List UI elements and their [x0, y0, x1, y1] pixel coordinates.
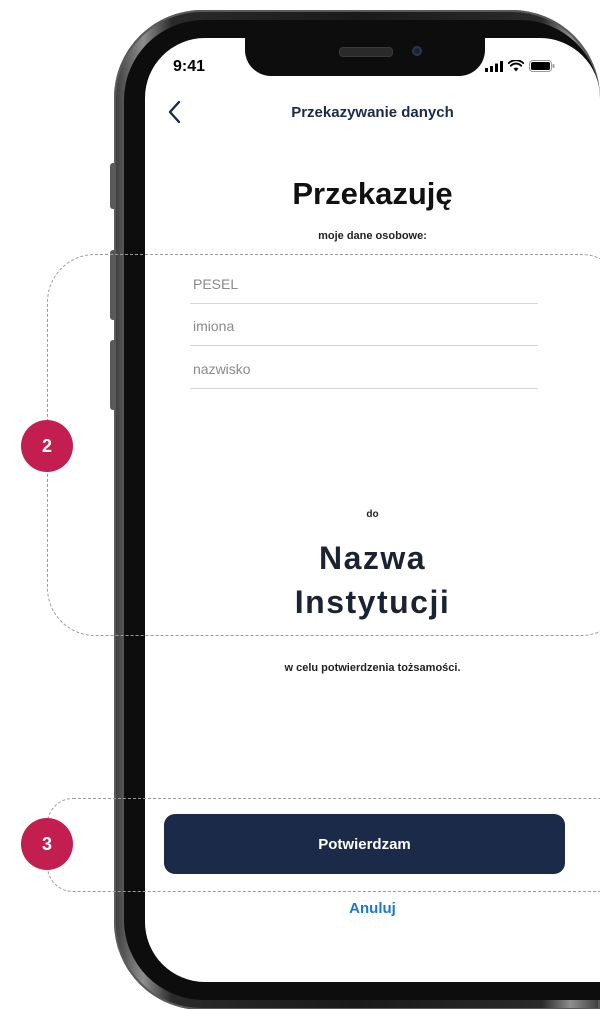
battery-icon: [529, 60, 555, 72]
volume-down-button: [110, 340, 116, 410]
institution-name-line-1: Nazwa: [318, 540, 427, 576]
main-heading: Przekazuję: [292, 176, 453, 211]
phone-screen: 9:41 Przekazywanie danych Przekazuję moj…: [145, 38, 600, 982]
notch: [245, 38, 485, 76]
institution-name: Nazwa Instytucji: [145, 536, 600, 624]
institution-name-line-2: Instytucji: [294, 584, 451, 620]
speaker-grille: [339, 47, 393, 57]
stage: 9:41 Przekazywanie danych Przekazuję moj…: [0, 0, 600, 1009]
first-names-input[interactable]: [190, 306, 538, 346]
last-name-input[interactable]: [190, 349, 538, 389]
subheading: moje dane osobowe:: [318, 230, 427, 242]
purpose-text: w celu potwierdzenia tożsamości.: [284, 662, 461, 674]
recipient-prefix: do: [366, 509, 379, 520]
status-icons: [485, 60, 555, 72]
confirm-button[interactable]: Potwierdzam: [164, 814, 565, 874]
page-title: Przekazywanie danych: [291, 104, 454, 121]
volume-up-button: [110, 250, 116, 320]
front-camera: [412, 46, 422, 56]
wifi-icon: [508, 60, 524, 72]
cancel-link[interactable]: Anuluj: [145, 900, 600, 917]
silent-switch: [110, 163, 116, 209]
status-time: 9:41: [173, 58, 206, 75]
callout-badge-3: 3: [21, 818, 73, 870]
callout-badge-2: 2: [21, 420, 73, 472]
cellular-signal-icon: [485, 60, 503, 72]
pesel-input[interactable]: [190, 264, 538, 304]
